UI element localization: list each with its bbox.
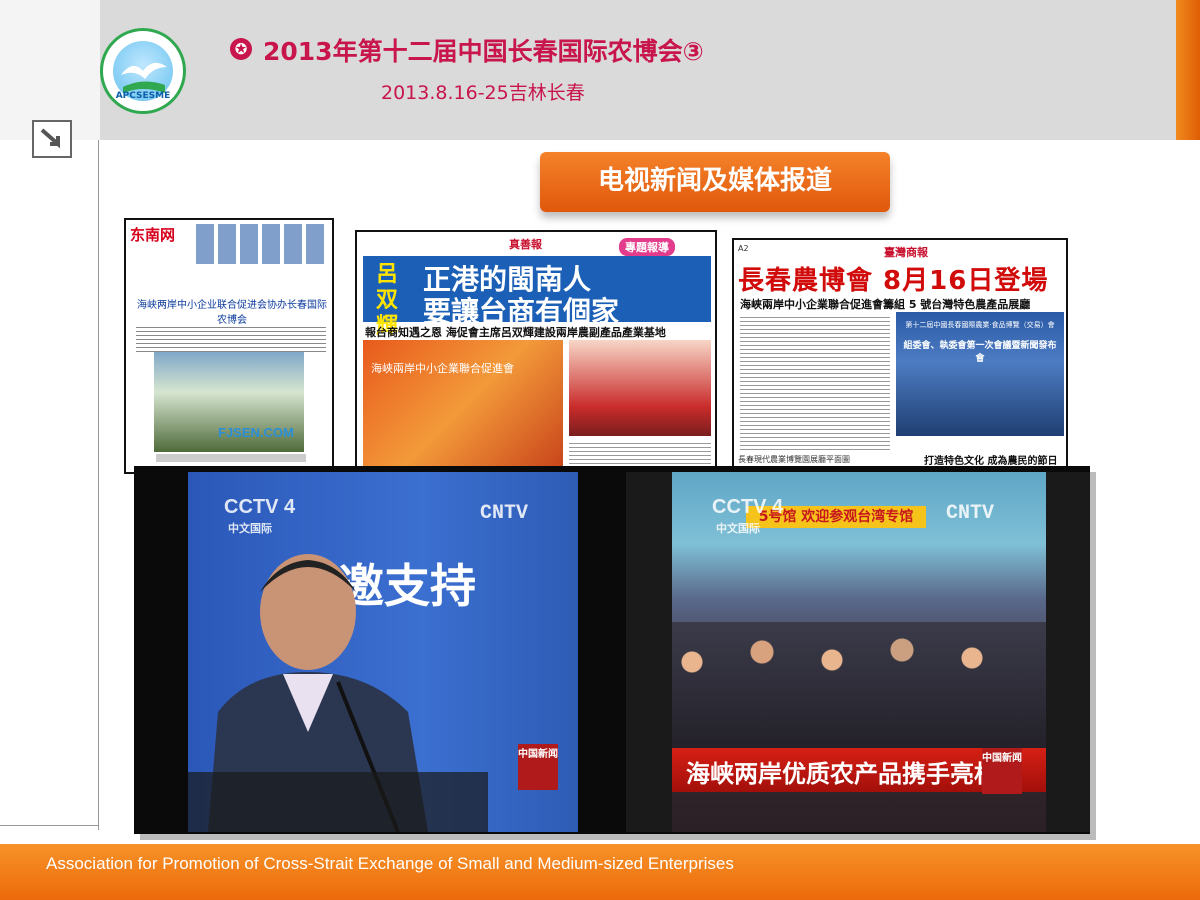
- article-text: [136, 324, 326, 354]
- news-clipping-taiwan-commerce: A2 臺灣商報 長春農博會 8月16日登場 海峽兩岸中小企業聯合促進會籌組 5 …: [732, 238, 1068, 474]
- cctv-sub: 中文国际: [228, 523, 272, 535]
- site-logo: 东南网: [130, 227, 176, 244]
- bottom-guide-line: [0, 825, 98, 826]
- backdrop-line-2: 組委會、執委會第一次會議暨新聞發布會: [903, 341, 1057, 364]
- page-number: A2: [738, 244, 749, 253]
- speaker-figure: [188, 554, 488, 832]
- photo-watermark: FJSEN.COM: [218, 425, 294, 440]
- subheadline: 海峽兩岸中小企業聯合促進會籌組 5 號台灣特色農產品展廳: [740, 298, 1031, 311]
- paper-brand: 真善報: [509, 238, 542, 251]
- subheadline: 報台商知遇之恩 海促會主席呂双輝建設兩岸農副產品產業基地: [365, 326, 666, 339]
- cctv-sub: 中文国际: [716, 523, 760, 535]
- news-seal: 中国新闻: [518, 744, 558, 790]
- section-tab: 电视新闻及媒体报道: [540, 152, 890, 212]
- header-accent-bar: [1176, 0, 1200, 140]
- backdrop-line-1: 第十二屆中國長春國際農業·食品博覽（交易）會: [905, 321, 1055, 329]
- news-banner-text: 海峡两岸优质农产品携手亮相: [686, 760, 998, 788]
- article-headline: 海峡两岸中小企业联合促进会协办长春国际农博会: [137, 300, 327, 326]
- site-menu: [196, 224, 328, 264]
- article-text: [740, 314, 890, 450]
- photo-caption: [156, 454, 306, 462]
- news-clipping-zhenshanbao: 真善報 專題報導 呂双輝 正港的閩南人 要讓台商有個家 報台商知遇之恩 海促會主…: [355, 230, 717, 474]
- feature-tag: 專題報導: [619, 238, 675, 256]
- sidebar-headline: 打造特色文化 成為農民的節日: [924, 456, 1058, 467]
- cctv-logo: CCTV 4: [712, 496, 784, 518]
- headline: 長春農博會 8月16日登場: [738, 266, 1049, 296]
- news-seal: 中国新闻: [982, 748, 1022, 794]
- headline-band: 呂双輝 正港的閩南人 要讓台商有個家: [363, 256, 711, 339]
- left-guide-line: [98, 140, 99, 830]
- crowd-scene: [672, 622, 1046, 752]
- floorplan-caption: 長春現代農業博覽園展廳平面圖: [738, 455, 850, 464]
- cctv-logo: CCTV 4: [224, 496, 296, 518]
- photo-caption: 海峽兩岸中小企業聯合促進會: [371, 362, 514, 375]
- section-tab-label: 电视新闻及媒体报道: [597, 166, 832, 196]
- ceremony-photo: 海峽兩岸中小企業聯合促進會: [363, 340, 563, 472]
- header-left-panel: [0, 0, 100, 140]
- page-subtitle: 2013.8.16-25吉林长春: [381, 82, 585, 104]
- footer-band: Association for Promotion of Cross-Strai…: [0, 844, 1200, 900]
- logo-text: APCSESME: [115, 91, 171, 101]
- conference-photo: 第十二屆中國長春國際農業·食品博覽（交易）會 組委會、執委會第一次會議暨新聞發布…: [896, 312, 1064, 436]
- footer-association-name: Association for Promotion of Cross-Strai…: [46, 854, 734, 873]
- arrow-box-icon: [32, 120, 72, 158]
- video-frame-speaker: 邀支持 CCTV 4 中文国际 CNTV 中国新闻: [188, 472, 578, 832]
- video-frame-exhibition: 5号馆 欢迎参观台湾专馆 海峡两岸优质农产品携手亮相 CCTV 4 中文国际 C…: [626, 472, 1090, 832]
- paper-brand: 臺灣商報: [884, 246, 928, 259]
- star-icon: ✪: [230, 38, 252, 60]
- news-clipping-fjsen: 东南网 海峡两岸中小企业联合促进会协办长春国际农博会 FJSEN.COM: [124, 218, 334, 474]
- unveiling-photo: [569, 340, 711, 436]
- association-logo: APCSESME: [100, 28, 186, 114]
- cntv-logo: CNTV: [946, 502, 995, 525]
- cntv-logo: CNTV: [480, 502, 529, 525]
- page-title: 2013年第十二届中国长春国际农博会③: [263, 37, 704, 66]
